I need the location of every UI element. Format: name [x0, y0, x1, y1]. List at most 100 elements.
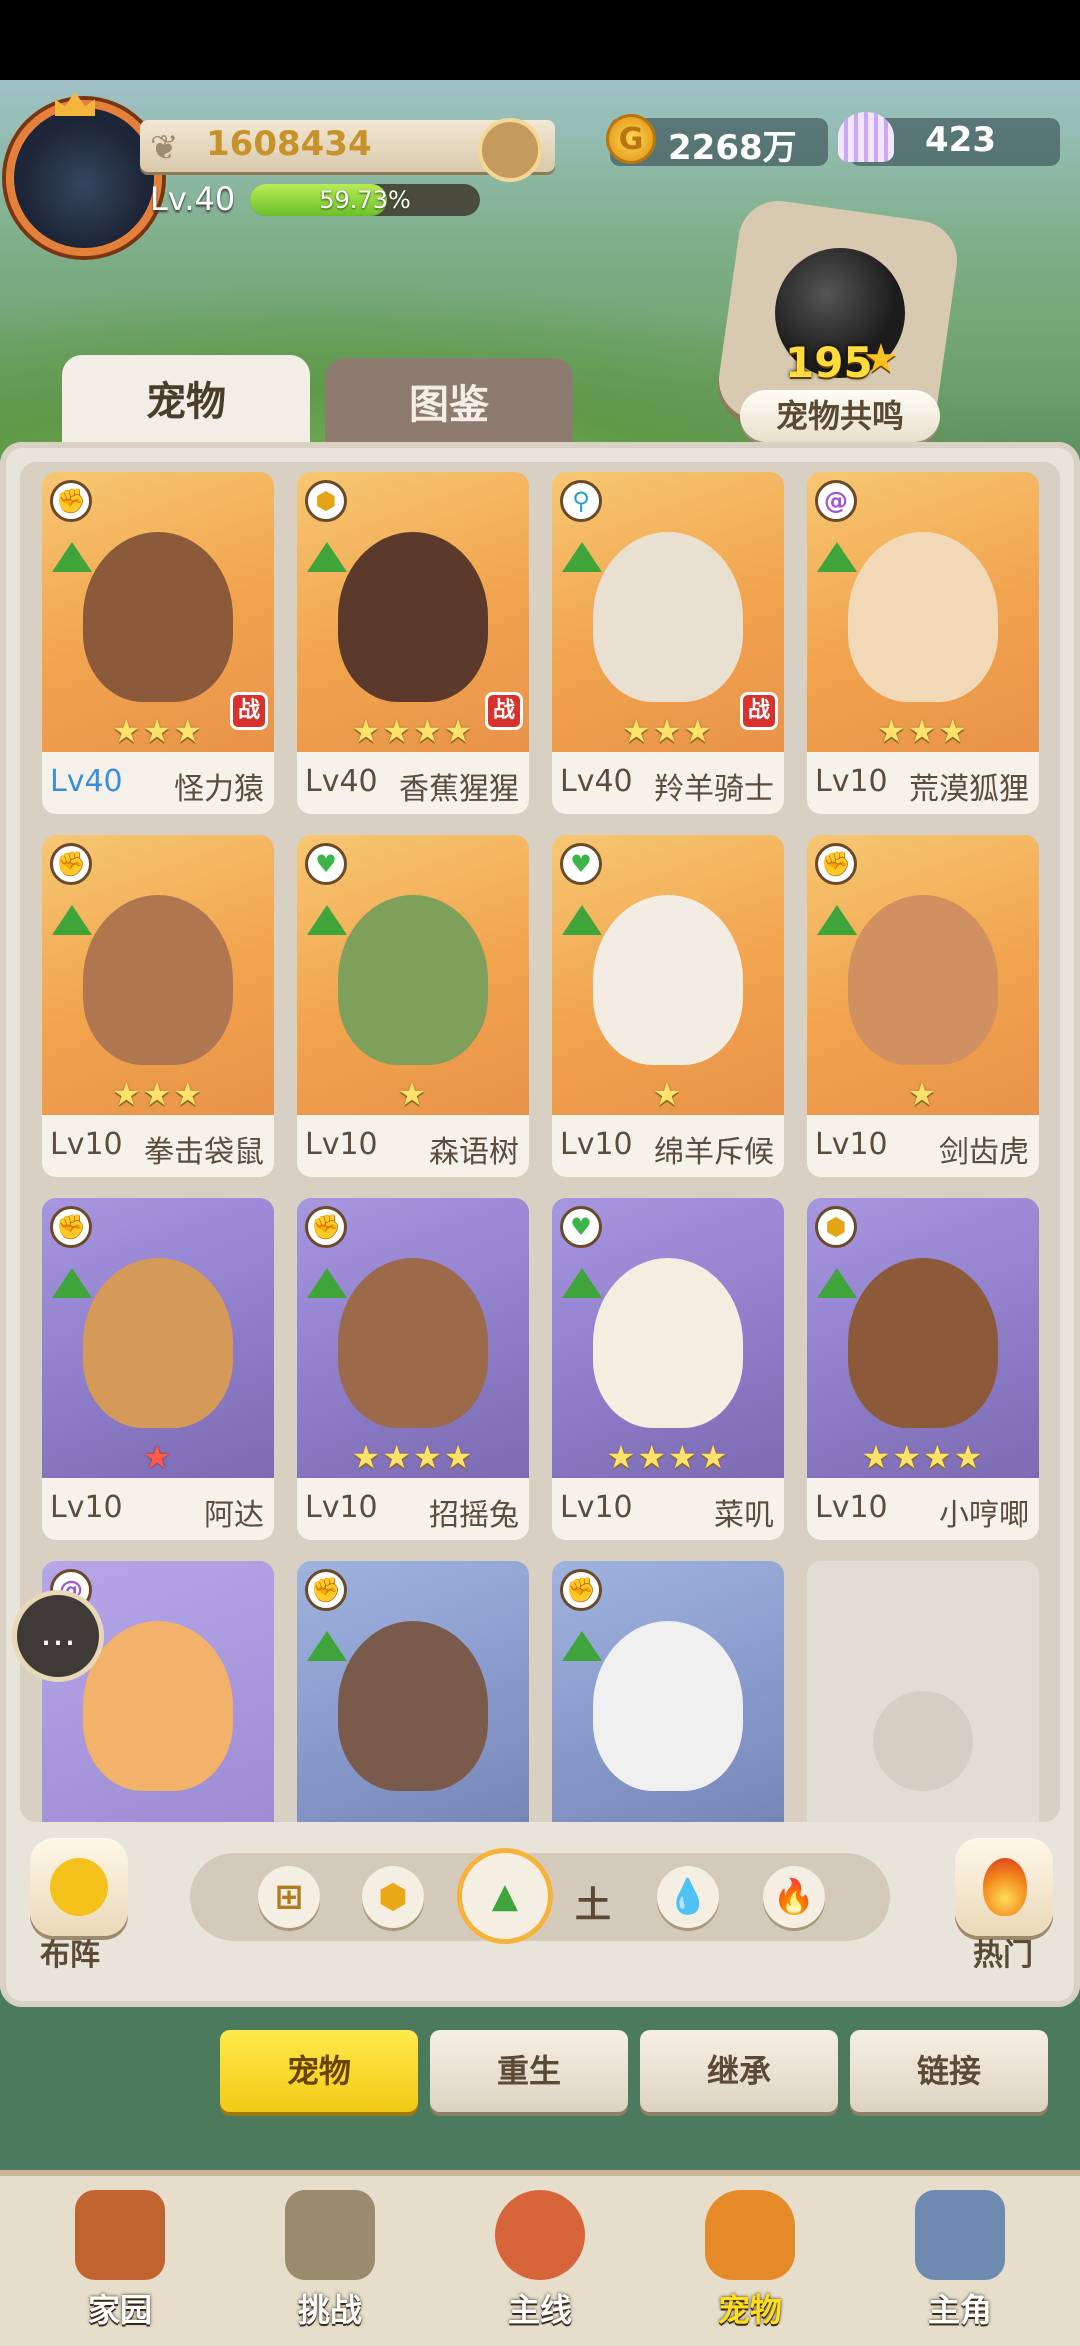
shell-icon — [838, 112, 894, 162]
pet-card[interactable]: ⚲ ★★★ 战 Lv40 羚羊骑士 — [552, 472, 784, 814]
earth-element-icon — [52, 542, 92, 572]
pet-card[interactable]: ✊ ★ Lv10 阿达 — [42, 1198, 274, 1540]
filter-all-icon[interactable]: ⊞ — [258, 1866, 320, 1928]
pet-creature — [338, 1621, 488, 1791]
nav-home-label: 家园 — [87, 2291, 152, 2329]
filter-earth-icon[interactable]: ▲ — [462, 1853, 548, 1939]
star-rating: ★★★ — [111, 1075, 205, 1113]
pet-grid[interactable]: ✊ ★★★ 战 Lv40 怪力猿 ⬢ ★★★★ 战 Lv40 香蕉猩猩 ⚲ ★★★ 战 Lv40 羚羊骑士 @… — [20, 462, 1060, 1822]
tab-pets[interactable]: 宠物 — [62, 355, 310, 450]
hero-icon — [915, 2190, 1005, 2280]
earth-element-icon — [817, 1268, 857, 1298]
star-rating: ★★★ — [876, 712, 970, 750]
wings-icon: ❦ — [150, 128, 179, 168]
earth-element-icon — [562, 905, 602, 935]
star-rating: ★ — [142, 1438, 174, 1476]
pet-card[interactable]: @ ★★★ Lv10 荒漠狐狸 — [807, 472, 1039, 814]
star-rating: ★ — [907, 1075, 939, 1113]
element-badge-icon: ♥ — [560, 1206, 602, 1248]
battle-tag: 战 — [230, 692, 268, 730]
pet-name: 羚羊骑士 — [654, 772, 774, 807]
pet-level: Lv10 — [815, 764, 888, 799]
rank-badge-icon[interactable] — [478, 118, 542, 182]
pet-card[interactable]: ✊ — [297, 1561, 529, 1822]
nav-pets-label: 宠物 — [717, 2291, 782, 2329]
star-icon: ★ — [863, 336, 899, 382]
nav-challenge[interactable]: 挑战 — [260, 2180, 400, 2330]
player-avatar[interactable] — [6, 100, 162, 256]
pet-level: Lv10 — [305, 1490, 378, 1525]
filter-fire-icon[interactable]: 🔥 — [763, 1866, 825, 1928]
pet-level: Lv10 — [50, 1127, 123, 1162]
pet-card[interactable]: ♥ ★ Lv10 绵羊斥候 — [552, 835, 784, 1177]
pet-card[interactable]: ✊ ★ Lv10 剑齿虎 — [807, 835, 1039, 1177]
pet-creature — [338, 532, 488, 702]
resonance-label[interactable]: 宠物共鸣 — [740, 390, 940, 442]
pet-card[interactable]: ♥ ★★★★ Lv10 菜叽 — [552, 1198, 784, 1540]
nav-home[interactable]: 家园 — [50, 2180, 190, 2330]
chat-icon[interactable]: … — [12, 1590, 104, 1682]
pet-level: Lv10 — [305, 1127, 378, 1162]
nav-main-quest-label: 主线 — [507, 2291, 572, 2329]
pet-creature — [848, 532, 998, 702]
filter-water-icon[interactable]: 💧 — [657, 1866, 719, 1928]
tab-codex[interactable]: 图鉴 — [325, 358, 573, 448]
pet-card[interactable]: ✊ ★★★ 战 Lv40 怪力猿 — [42, 472, 274, 814]
resonance-count: 195 — [785, 338, 873, 387]
element-badge-icon: ✊ — [50, 843, 92, 885]
star-rating: ★ — [652, 1075, 684, 1113]
element-badge-icon: ✊ — [50, 480, 92, 522]
element-badge-icon: ⬢ — [305, 480, 347, 522]
element-badge-icon: ♥ — [560, 843, 602, 885]
filter-shield-icon[interactable]: ⬢ — [362, 1866, 424, 1928]
pet-card[interactable]: ✊ — [552, 1561, 784, 1822]
pet-name: 小哼唧 — [939, 1498, 1029, 1533]
pet-card[interactable]: ✊ ★★★★ Lv10 招摇兔 — [297, 1198, 529, 1540]
pet-level: Lv40 — [560, 764, 633, 799]
subnav-inherit[interactable]: 继承 — [640, 2030, 838, 2112]
pet-creature — [83, 1621, 233, 1791]
element-badge-icon: @ — [815, 480, 857, 522]
star-rating: ★ — [397, 1075, 429, 1113]
element-badge-icon: ✊ — [305, 1206, 347, 1248]
earth-element-icon — [817, 905, 857, 935]
pet-card[interactable]: ♥ ★ Lv10 森语树 — [297, 835, 529, 1177]
status-bar — [0, 0, 1080, 80]
nav-hero[interactable]: 主角 — [890, 2180, 1030, 2330]
pet-name: 拳击袋鼠 — [144, 1135, 264, 1170]
pet-card[interactable]: ⬢ ★★★★ Lv10 小哼唧 — [807, 1198, 1039, 1540]
main-quest-icon — [495, 2190, 585, 2280]
subnav-pets[interactable]: 宠物 — [220, 2030, 418, 2112]
pet-card[interactable]: ⬢ ★★★★ 战 Lv40 香蕉猩猩 — [297, 472, 529, 814]
element-badge-icon: ♥ — [305, 843, 347, 885]
pet-card[interactable]: ✊ ★★★ Lv10 拳击袋鼠 — [42, 835, 274, 1177]
pet-name: 香蕉猩猩 — [399, 772, 519, 807]
combat-power-value: 1608434 — [206, 124, 372, 164]
pet-creature — [83, 1258, 233, 1428]
pet-level: Lv10 — [560, 1127, 633, 1162]
nav-challenge-label: 挑战 — [297, 2291, 362, 2329]
nav-pets[interactable]: 宠物 — [680, 2180, 820, 2330]
pet-creature — [593, 532, 743, 702]
nav-hero-label: 主角 — [927, 2291, 992, 2329]
empty-pet-slot — [807, 1561, 1039, 1822]
earth-element-icon — [562, 542, 602, 572]
hot-label: 热门 — [973, 1938, 1033, 1973]
subnav-link[interactable]: 链接 — [850, 2030, 1048, 2112]
pet-dragon-icon — [705, 2190, 795, 2280]
pet-level: Lv10 — [50, 1490, 123, 1525]
earth-element-icon — [307, 1631, 347, 1661]
element-badge-icon: ✊ — [50, 1206, 92, 1248]
earth-element-icon — [307, 542, 347, 572]
pet-creature — [83, 895, 233, 1065]
pet-level: Lv40 — [50, 764, 123, 799]
subnav-rebirth[interactable]: 重生 — [430, 2030, 628, 2112]
earth-element-icon — [52, 1268, 92, 1298]
pet-creature — [593, 1621, 743, 1791]
pet-creature — [848, 1258, 998, 1428]
earth-element-icon — [52, 905, 92, 935]
pet-creature — [338, 1258, 488, 1428]
pet-level: Lv10 — [815, 1490, 888, 1525]
nav-main-quest[interactable]: 主线 — [470, 2180, 610, 2330]
earth-element-icon — [307, 1268, 347, 1298]
